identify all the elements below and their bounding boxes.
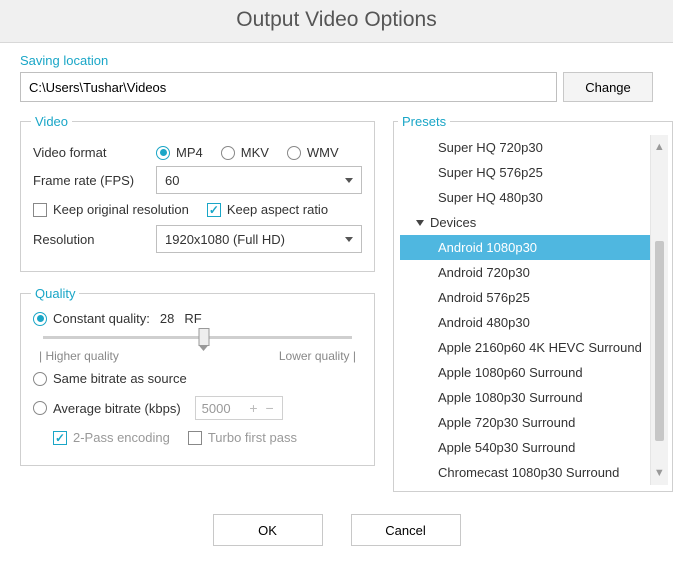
scroll-thumb[interactable] [655, 241, 664, 441]
chevron-down-icon [416, 220, 424, 226]
quality-group: Quality Constant quality: 28 RF | Higher… [20, 286, 375, 466]
avg-bitrate-label: Average bitrate (kbps) [53, 401, 181, 416]
resolution-value: 1920x1080 (Full HD) [165, 232, 285, 247]
format-mp4-radio[interactable]: MP4 [156, 145, 203, 160]
scroll-up-icon[interactable]: ▲ [654, 141, 665, 153]
avg-bitrate-value: 5000 [202, 401, 231, 416]
resolution-label: Resolution [33, 232, 148, 247]
preset-group-devices[interactable]: Devices [400, 210, 650, 235]
radio-icon [156, 146, 170, 160]
dialog-title: Output Video Options [0, 0, 673, 43]
format-wmv-radio[interactable]: WMV [287, 145, 339, 160]
same-bitrate-radio[interactable]: Same bitrate as source [33, 371, 187, 386]
video-group: Video Video format MP4 MKV [20, 114, 375, 272]
resolution-select[interactable]: 1920x1080 (Full HD) [156, 225, 362, 253]
scroll-down-icon[interactable]: ▼ [654, 467, 665, 479]
quality-slider[interactable] [43, 336, 352, 339]
avg-bitrate-input[interactable]: 5000 + − [195, 396, 283, 420]
video-format-label: Video format [33, 145, 148, 160]
keep-original-checkbox[interactable]: Keep original resolution [33, 202, 189, 217]
video-legend: Video [31, 114, 72, 129]
radio-icon [221, 146, 235, 160]
stepper-icon[interactable]: + − [249, 400, 275, 416]
keep-aspect-label: Keep aspect ratio [227, 202, 328, 217]
presets-group: Presets Super HQ 720p30Super HQ 576p25Su… [393, 114, 673, 492]
preset-item[interactable]: Apple 1080p30 Surround [400, 385, 650, 410]
quality-legend: Quality [31, 286, 79, 301]
preset-item[interactable]: Apple 1080p60 Surround [400, 360, 650, 385]
preset-item[interactable]: Super HQ 480p30 [400, 185, 650, 210]
preset-item[interactable]: Apple 2160p60 4K HEVC Surround [400, 335, 650, 360]
preset-item[interactable]: Chromecast 1080p30 Surround [400, 460, 650, 485]
preset-item[interactable]: Super HQ 576p25 [400, 160, 650, 185]
turbo-label: Turbo first pass [208, 430, 297, 445]
preset-list[interactable]: Super HQ 720p30Super HQ 576p25Super HQ 4… [400, 135, 650, 485]
scrollbar[interactable]: ▲ ▼ [650, 135, 668, 485]
twopass-checkbox[interactable]: 2-Pass encoding [53, 430, 170, 445]
preset-item[interactable]: Apple 540p30 Surround [400, 435, 650, 460]
preset-item[interactable]: Super HQ 720p30 [400, 135, 650, 160]
avg-bitrate-radio[interactable]: Average bitrate (kbps) [33, 401, 181, 416]
chevron-down-icon [345, 237, 353, 242]
same-bitrate-label: Same bitrate as source [53, 371, 187, 386]
format-wmv-label: WMV [307, 145, 339, 160]
saving-location-label: Saving location [20, 53, 653, 68]
constant-quality-radio[interactable]: Constant quality: [33, 311, 150, 326]
fps-value: 60 [165, 173, 179, 188]
preset-item[interactable]: Android 1080p30 [400, 235, 650, 260]
slider-left-label: | Higher quality [39, 349, 119, 363]
preset-item[interactable]: Apple 720p30 Surround [400, 410, 650, 435]
constant-quality-label: Constant quality: [53, 311, 150, 326]
preset-item[interactable]: Android 576p25 [400, 285, 650, 310]
checkbox-icon [207, 203, 221, 217]
radio-icon [33, 372, 47, 386]
checkbox-icon [33, 203, 47, 217]
keep-original-label: Keep original resolution [53, 202, 189, 217]
chevron-down-icon [345, 178, 353, 183]
preset-item[interactable]: Android 720p30 [400, 260, 650, 285]
format-mkv-radio[interactable]: MKV [221, 145, 269, 160]
checkbox-icon [53, 431, 67, 445]
twopass-label: 2-Pass encoding [73, 430, 170, 445]
radio-icon [33, 401, 47, 415]
preset-item[interactable]: Android 480p30 [400, 310, 650, 335]
fps-select[interactable]: 60 [156, 166, 362, 194]
constant-quality-value: 28 [160, 311, 174, 326]
presets-legend: Presets [398, 114, 450, 129]
saving-location-input[interactable] [20, 72, 557, 102]
turbo-checkbox[interactable]: Turbo first pass [188, 430, 297, 445]
slider-right-label: Lower quality | [279, 349, 356, 363]
slider-thumb-icon[interactable] [198, 328, 209, 346]
ok-button[interactable]: OK [213, 514, 323, 546]
format-mp4-label: MP4 [176, 145, 203, 160]
constant-quality-unit: RF [184, 311, 201, 326]
radio-icon [33, 312, 47, 326]
checkbox-icon [188, 431, 202, 445]
format-mkv-label: MKV [241, 145, 269, 160]
fps-label: Frame rate (FPS) [33, 173, 148, 188]
keep-aspect-checkbox[interactable]: Keep aspect ratio [207, 202, 328, 217]
preset-group-label: Devices [430, 216, 476, 229]
change-button[interactable]: Change [563, 72, 653, 102]
radio-icon [287, 146, 301, 160]
cancel-button[interactable]: Cancel [351, 514, 461, 546]
